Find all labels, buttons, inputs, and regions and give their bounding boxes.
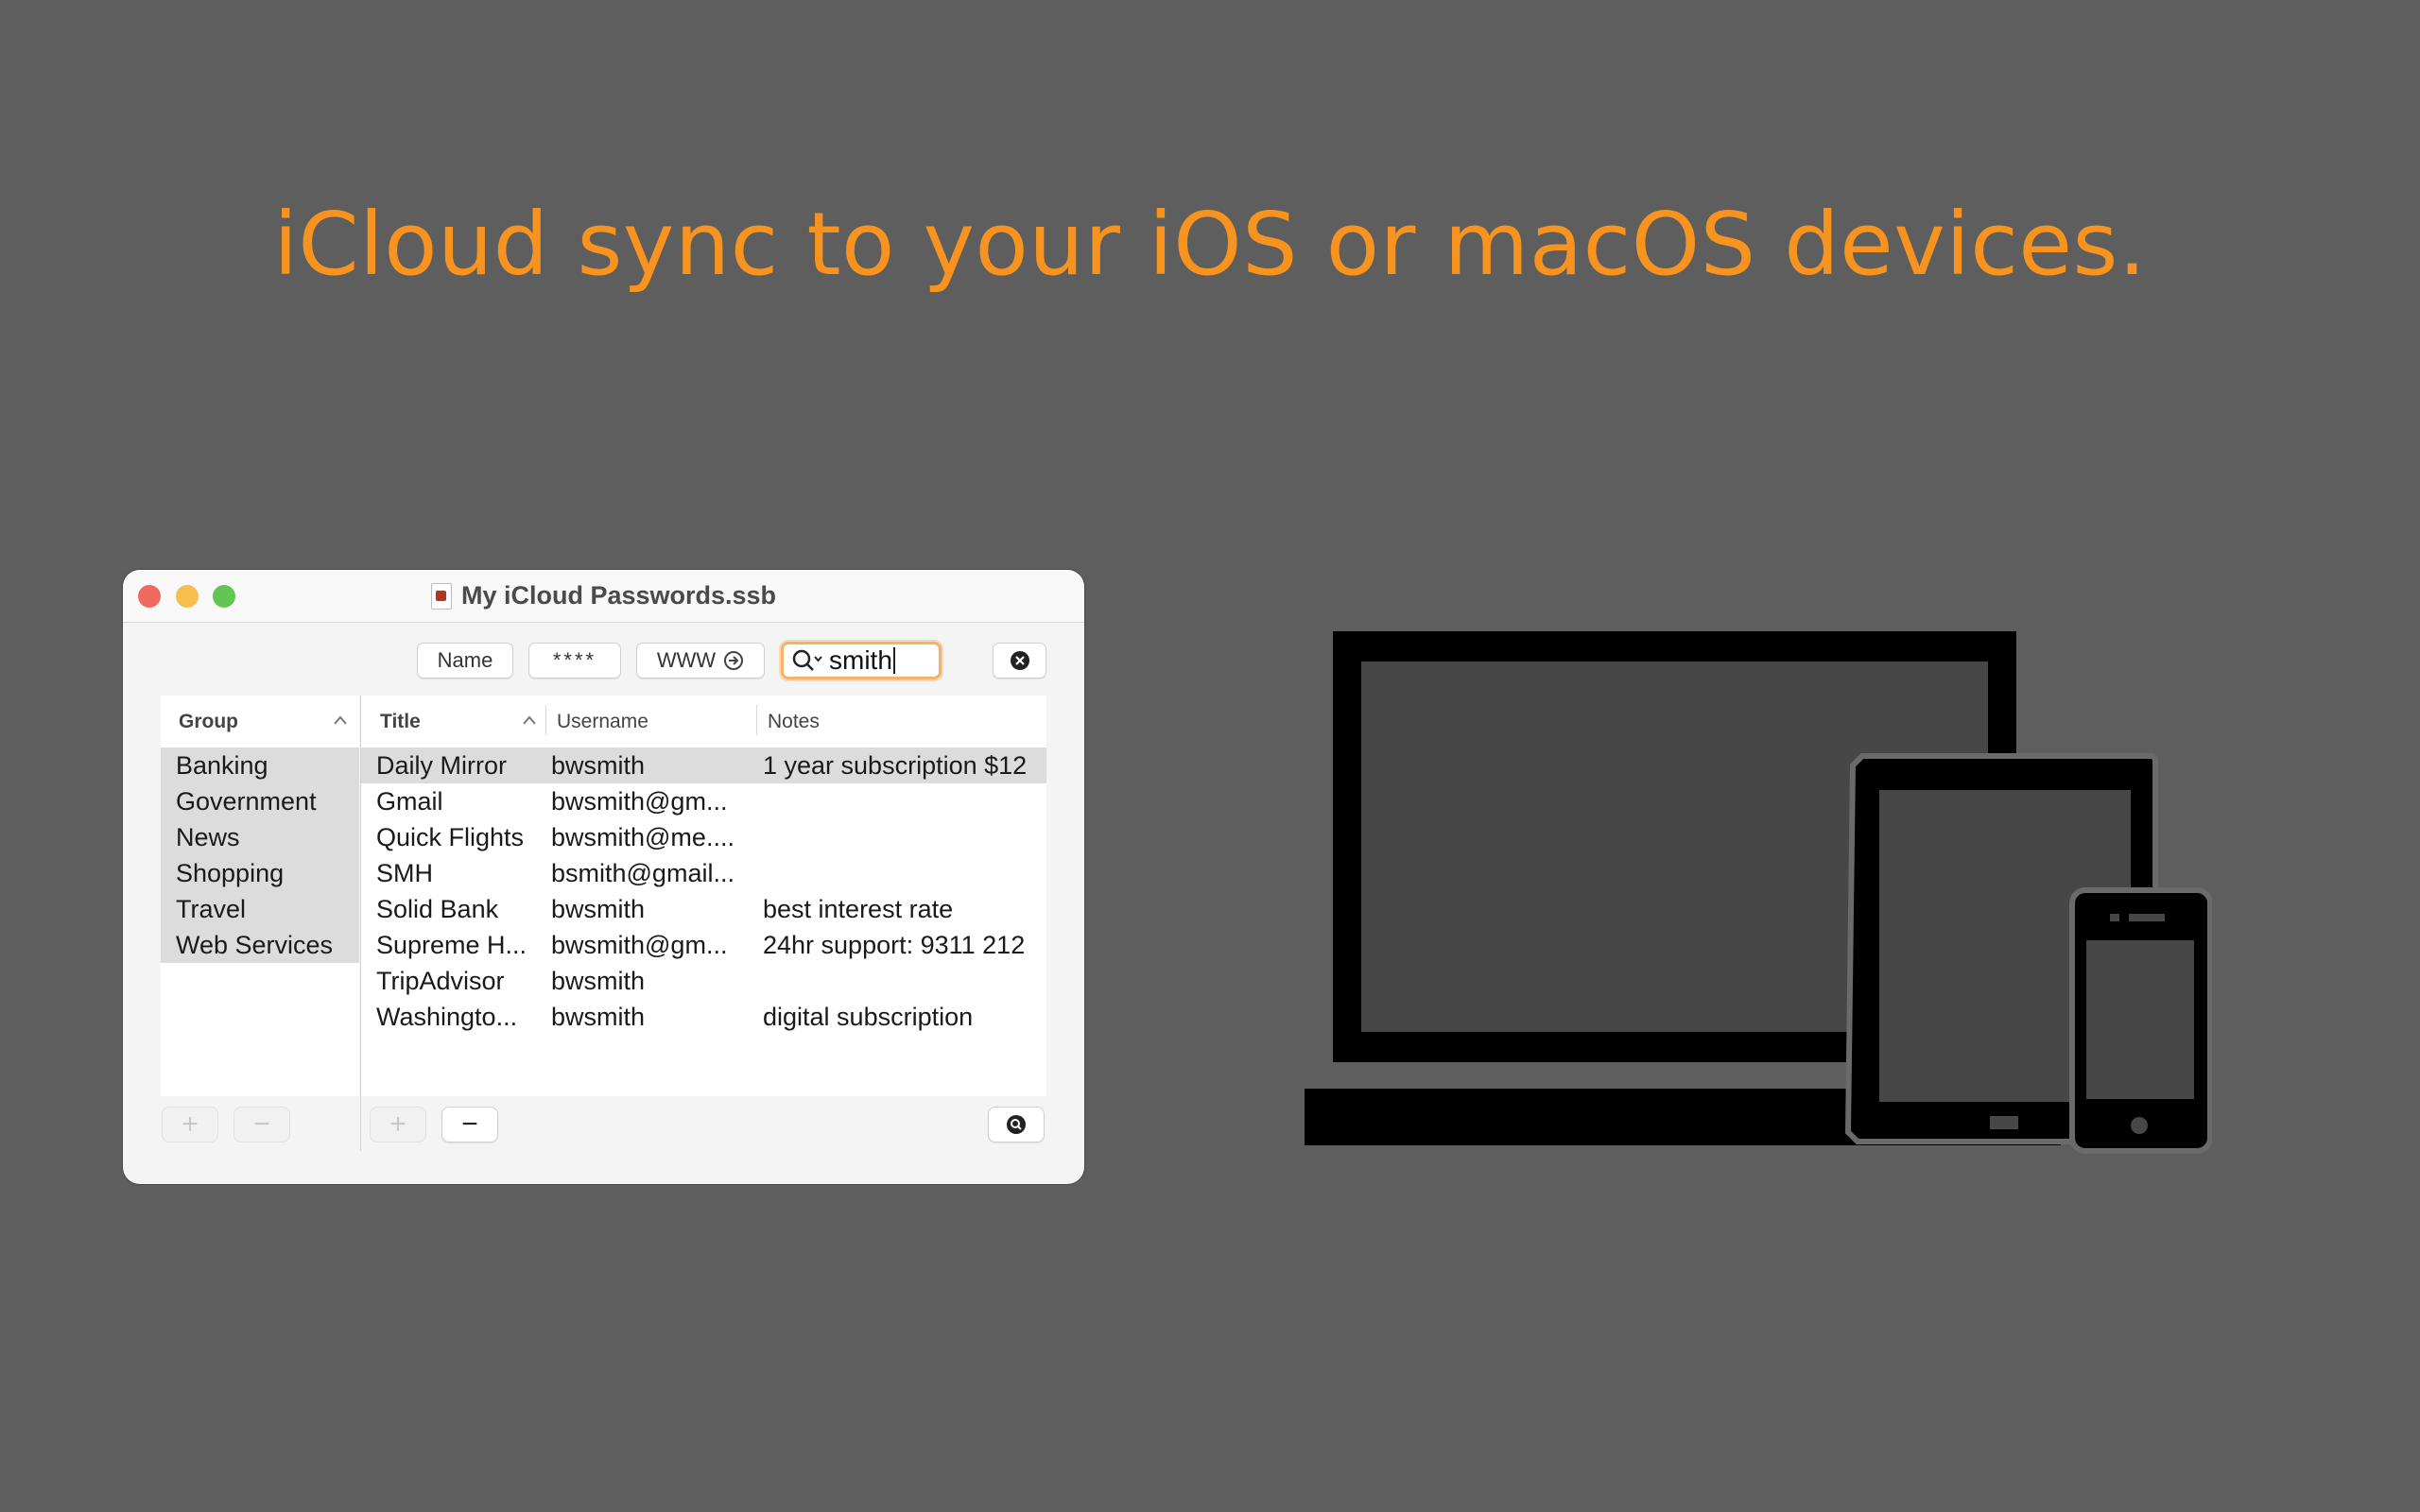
table-row[interactable]: Supreme H... bwsmith@gm... 24hr support: 9… — [361, 927, 1046, 963]
cell-notes: 1 year subscription $12 — [763, 751, 1028, 780]
cell-title: Quick Flights — [376, 823, 525, 851]
column-separator[interactable] — [545, 705, 546, 735]
group-item-label: Web Services — [176, 930, 334, 959]
sort-ascending-icon — [522, 714, 537, 726]
window-title-area: My iCloud Passwords.ssb — [123, 570, 1084, 622]
cell-notes — [763, 855, 1046, 891]
search-value: smith — [829, 645, 892, 675]
add-group-label: + — [182, 1108, 199, 1140]
inspect-button[interactable] — [988, 1107, 1045, 1143]
copy-name-label: Name — [437, 648, 493, 672]
title-column-header[interactable]: Title — [380, 711, 421, 733]
group-item[interactable]: Banking — [161, 747, 359, 783]
sort-ascending-icon — [333, 714, 348, 726]
phone-icon — [2069, 887, 2212, 1154]
text-caret — [892, 647, 895, 674]
remove-entry-button[interactable]: − — [441, 1107, 498, 1143]
group-item-label: Shopping — [176, 858, 285, 887]
group-item-label: Banking — [176, 750, 268, 780]
cell-title: Solid Bank — [376, 895, 499, 923]
clear-search-button[interactable] — [993, 643, 1046, 679]
table-row[interactable]: Solid Bank bwsmith best interest rate — [361, 891, 1046, 927]
column-separator[interactable] — [756, 705, 757, 735]
open-www-button[interactable]: WWW — [636, 643, 765, 679]
table-row[interactable]: Washingto... bwsmith digital subscription — [361, 999, 1046, 1035]
group-header-label: Group — [179, 710, 238, 732]
cell-username: bwsmith@me.... — [551, 823, 735, 851]
cell-title: Gmail — [376, 787, 443, 816]
cell-notes — [763, 783, 1046, 819]
table-row[interactable]: Gmail bwsmith@gm... — [361, 783, 1046, 819]
group-item[interactable]: Government — [161, 783, 359, 819]
table-row[interactable]: TripAdvisor bwsmith — [361, 963, 1046, 999]
cell-username: bsmith@gmail... — [551, 859, 735, 887]
cell-notes: best interest rate — [763, 895, 954, 923]
document-icon — [430, 582, 452, 610]
remove-group-button[interactable]: − — [233, 1107, 290, 1143]
cell-title: SMH — [376, 859, 433, 887]
notes-column-header[interactable]: Notes — [768, 711, 820, 733]
group-item[interactable]: Web Services — [161, 927, 359, 963]
cell-title: Daily Mirror — [376, 751, 507, 780]
copy-password-label: **** — [552, 648, 597, 672]
search-icon[interactable] — [791, 648, 823, 673]
add-entry-button[interactable]: + — [370, 1107, 426, 1143]
app-window: My iCloud Passwords.ssb Name **** WWW sm… — [123, 570, 1084, 1184]
cell-notes: 24hr support: 9311 212 — [763, 931, 1026, 959]
cell-notes: digital subscription — [763, 1003, 974, 1031]
headline: iCloud sync to your iOS or macOS devices… — [273, 194, 2147, 295]
cell-username: bwsmith@gm... — [551, 787, 728, 816]
group-list: Group Banking Government News Shopping Trave… — [161, 696, 359, 1096]
window-title: My iCloud Passwords.ssb — [460, 581, 777, 610]
open-www-label: WWW — [656, 648, 717, 672]
table-row[interactable]: SMH bsmith@gmail... — [361, 855, 1046, 891]
cell-notes — [763, 963, 1046, 999]
cell-username: bwsmith — [551, 967, 646, 995]
cell-title: Supreme H... — [376, 931, 527, 959]
title-bar[interactable]: My iCloud Passwords.ssb — [123, 570, 1084, 623]
remove-group-label: − — [253, 1108, 270, 1140]
add-entry-label: + — [389, 1108, 406, 1140]
search-field[interactable]: smith — [781, 642, 942, 679]
cell-username: bwsmith — [551, 751, 646, 780]
group-item[interactable]: Shopping — [161, 855, 359, 891]
magnify-icon — [1006, 1114, 1027, 1135]
cell-username: bwsmith — [551, 895, 646, 923]
arrow-circle-icon — [723, 650, 744, 671]
cell-username: bwsmith@gm... — [551, 931, 728, 959]
group-item-label: Government — [176, 786, 317, 816]
entries-table: Title Username Notes Daily Mirror bwsmith… — [361, 696, 1046, 1096]
table-row[interactable]: Daily Mirror bwsmith 1 year subscription $… — [361, 747, 1046, 783]
add-group-button[interactable]: + — [162, 1107, 218, 1143]
group-item[interactable]: News — [161, 819, 359, 855]
cell-title: TripAdvisor — [376, 967, 505, 995]
devices-illustration — [1305, 631, 2212, 1154]
clear-icon — [1010, 650, 1030, 671]
copy-password-button[interactable]: **** — [528, 643, 621, 679]
group-header[interactable]: Group — [161, 696, 359, 747]
group-item-label: Travel — [176, 894, 247, 923]
table-row[interactable]: Quick Flights bwsmith@me.... — [361, 819, 1046, 855]
entries-header: Title Username Notes — [361, 696, 1046, 747]
cell-title: Washingto... — [376, 1003, 518, 1031]
group-item-label: News — [176, 822, 240, 851]
cell-notes — [763, 819, 1046, 855]
group-item[interactable]: Travel — [161, 891, 359, 927]
copy-name-button[interactable]: Name — [417, 643, 513, 679]
remove-entry-label: − — [461, 1108, 478, 1140]
cell-username: bwsmith — [551, 1003, 646, 1031]
username-column-header[interactable]: Username — [557, 711, 648, 733]
